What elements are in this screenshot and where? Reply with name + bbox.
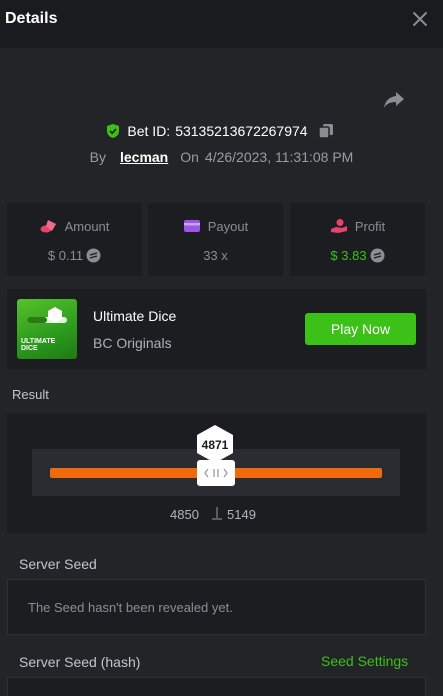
user-link[interactable]: lecman bbox=[120, 149, 168, 165]
game-provider: BC Originals bbox=[93, 335, 172, 351]
modal-title: Details bbox=[5, 10, 58, 27]
wallet-icon bbox=[183, 220, 200, 232]
profit-card: Profit $ 3.83 bbox=[290, 203, 425, 276]
server-seed-text: The Seed hasn't been revealed yet. bbox=[28, 600, 233, 615]
coin-icon bbox=[86, 248, 101, 263]
game-name: Ultimate Dice bbox=[93, 308, 177, 324]
roll-value: 4871 bbox=[202, 438, 229, 452]
result-label: Result bbox=[12, 387, 49, 402]
bet-id-value: 53135213672267974 bbox=[175, 123, 308, 139]
bet-datetime: 4/26/2023, 11:31:08 PM bbox=[204, 149, 354, 165]
profit-value: $ 3.83 bbox=[330, 248, 367, 263]
result-range: 4850 5149 bbox=[7, 507, 426, 527]
shield-check-icon bbox=[107, 124, 120, 138]
amount-label: Amount bbox=[64, 218, 110, 234]
game-thumbnail[interactable]: ULTIMATE DICE bbox=[17, 299, 77, 359]
profit-label: Profit bbox=[354, 218, 386, 234]
drag-handle-icon bbox=[204, 468, 228, 478]
amount-card: Amount $ 0.11 bbox=[7, 203, 142, 276]
range-divider-icon bbox=[212, 507, 222, 520]
bet-id-label: Bet ID: bbox=[127, 123, 171, 139]
thumb-title: ULTIMATE DICE bbox=[21, 338, 56, 352]
payout-label: Payout bbox=[207, 218, 249, 234]
close-icon[interactable] bbox=[409, 8, 431, 30]
server-seed-label: Server Seed bbox=[19, 556, 97, 572]
dice-track-graphic bbox=[27, 307, 67, 323]
bet-chips-icon bbox=[40, 220, 56, 233]
on-label: On bbox=[180, 149, 199, 165]
share-icon[interactable] bbox=[382, 90, 406, 110]
result-panel: 4871 4850 5149 bbox=[7, 413, 426, 533]
play-now-button[interactable]: Play Now bbox=[305, 313, 416, 345]
server-seed-hash-label: Server Seed (hash) bbox=[19, 654, 141, 670]
range-high: 5149 bbox=[227, 507, 256, 522]
amount-value: $ 0.11 bbox=[47, 248, 84, 263]
by-label: By bbox=[89, 149, 106, 165]
game-card: ULTIMATE DICE Ultimate Dice BC Originals… bbox=[7, 289, 426, 369]
bet-meta-row: By lecman On 4/26/2023, 11:31:08 PM bbox=[0, 147, 443, 167]
slider-handle[interactable] bbox=[197, 460, 235, 486]
roll-marker: 4871 bbox=[197, 425, 233, 463]
coin-icon bbox=[370, 248, 385, 263]
payout-card: Payout 33 x bbox=[148, 203, 283, 276]
server-seed-field: The Seed hasn't been revealed yet. bbox=[7, 579, 426, 635]
range-low: 4850 bbox=[170, 507, 199, 522]
seed-settings-link[interactable]: Seed Settings bbox=[321, 653, 408, 669]
profit-hand-icon bbox=[330, 219, 347, 233]
payout-value: 33 x bbox=[203, 248, 228, 263]
copy-icon[interactable] bbox=[317, 123, 334, 139]
bet-id-row: Bet ID: 53135213672267974 bbox=[0, 120, 443, 142]
server-seed-hash-field bbox=[7, 677, 426, 696]
modal-header: Details bbox=[0, 0, 443, 48]
